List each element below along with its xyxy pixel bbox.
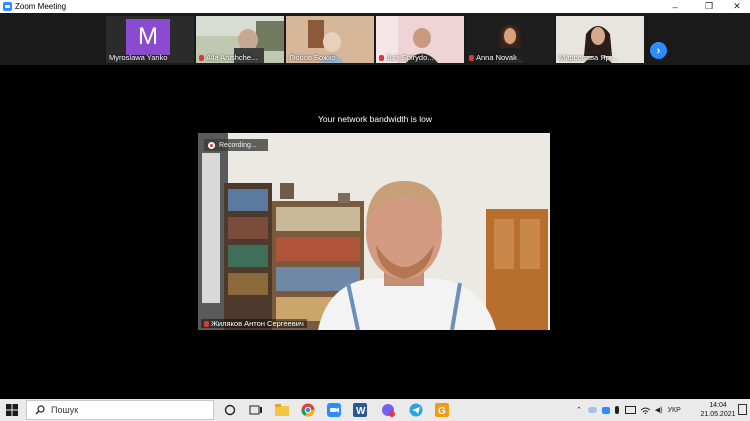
viber-icon[interactable] [380,402,396,418]
chevron-up-icon[interactable]: ⌃ [576,406,582,414]
wifi-icon[interactable] [640,407,651,414]
recording-indicator: Recording... [204,139,268,151]
participant-name: Myroslawa Yariko [109,53,168,62]
participant-tile[interactable]: Alla Anishche... [196,16,284,63]
svg-text:G: G [438,406,446,417]
clock-date: 21.05.2021 [700,411,736,418]
battery-icon[interactable] [624,406,636,414]
zoom-app-icon[interactable] [326,402,342,418]
windows-start-icon[interactable] [6,404,18,416]
task-view-icon[interactable] [248,402,264,418]
recording-label: Recording... [219,141,257,149]
participant-tile[interactable]: Anna Novak [466,16,554,63]
windows-taskbar: Пошук W G ⌃ ◀) УКР 14:04 21.05.2021 [0,399,750,421]
clock[interactable]: 14:04 21.05.2021 [698,401,738,419]
zoom-logo-icon [3,2,12,11]
participant-tile[interactable]: Jurij Spirydo... [376,16,464,63]
muted-mic-icon [469,54,474,61]
next-page-button[interactable]: › [650,42,667,59]
muted-mic-icon [379,54,384,61]
telegram-icon[interactable] [408,402,424,418]
participant-name: Alla Anishche... [199,53,257,62]
network-warning: Your network bandwidth is low [317,114,433,124]
speaker-video-frame [198,133,550,330]
speaker-name-tag: Жиляков Антон Сергеевич [201,319,307,328]
muted-mic-icon [199,54,204,61]
zoom-tray-icon[interactable] [601,406,610,414]
notifications-icon[interactable] [738,404,747,415]
record-icon [208,141,215,149]
file-explorer-icon[interactable] [274,402,290,418]
clock-time: 14:04 [709,402,727,409]
participant-name: Jurij Spirydo... [379,53,434,62]
gallery-strip: M Myroslawa Yariko Alla Anishche... Любо… [0,13,750,65]
participant-tile[interactable]: Любов Божко [286,16,374,63]
app-g-icon[interactable]: G [434,402,450,418]
participant-name: Любов Божко [289,53,336,62]
participant-tile[interactable]: M Myroslawa Yariko [106,16,194,63]
volume-icon[interactable]: ◀) [655,406,663,414]
participant-tile[interactable]: Мирослава Ярі... [556,16,644,63]
participant-name: Anna Novak [469,53,517,62]
onedrive-icon[interactable] [587,407,597,413]
avatar: M [126,19,170,55]
active-speaker-video[interactable]: Recording... Жиляков Антон Сергеевич [198,133,550,330]
search-icon [35,405,45,415]
main-stage: Your network bandwidth is low Recording.… [78,65,672,398]
speaker-name: Жиляков Антон Сергеевич [211,319,304,328]
word-icon[interactable]: W [352,402,368,418]
window-title: Zoom Meeting [15,2,67,11]
taskbar-search-box[interactable]: Пошук [26,400,214,420]
window-titlebar: Zoom Meeting – ❐ ✕ [0,0,750,13]
close-button[interactable]: ✕ [722,0,750,13]
restore-button[interactable]: ❐ [694,0,724,13]
system-tray: ⌃ ◀) УКР [576,399,681,421]
language-indicator[interactable]: УКР [668,407,681,414]
cortana-icon[interactable] [222,402,238,418]
search-placeholder: Пошук [51,405,79,415]
chrome-icon[interactable] [300,402,316,418]
svg-text:W: W [356,406,366,417]
minimize-button[interactable]: – [660,0,690,13]
muted-mic-icon [204,320,209,327]
participant-name: Мирослава Ярі... [559,53,618,62]
microphone-icon[interactable] [614,406,619,414]
